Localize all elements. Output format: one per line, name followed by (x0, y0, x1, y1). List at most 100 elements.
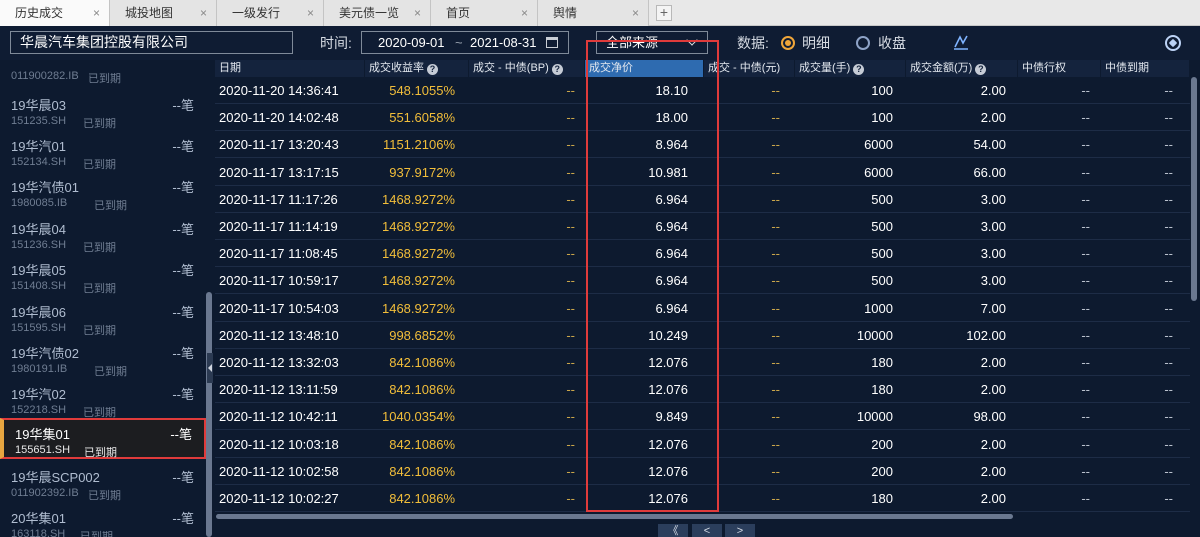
close-icon[interactable]: × (200, 0, 207, 26)
volume: 10000 (856, 409, 893, 425)
settings-icon[interactable] (1165, 35, 1181, 51)
column-header[interactable]: 成交收益率? (365, 60, 469, 77)
tab-usd-bonds[interactable]: 美元债一览 × (324, 0, 431, 26)
sidebar-bond-item[interactable]: 19华汽债01 1980085.IB 已到期 --笔 (0, 173, 206, 214)
close-icon[interactable]: × (632, 0, 639, 26)
help-icon[interactable]: ? (975, 64, 987, 75)
column-header[interactable]: 成交量(手)? (795, 60, 906, 77)
sidebar-bond-item[interactable]: 19华汽02 152218.SH 已到期 --笔 (0, 380, 206, 421)
prev-page-button[interactable]: < (692, 524, 722, 537)
net-price: 6.964 (655, 273, 688, 289)
table-row[interactable]: 2020-11-20 14:36:41 548.1055% -- 18.10 -- 100… (215, 77, 1190, 104)
table-row[interactable]: 2020-11-17 11:08:45 1468.9272% -- 6.964 -- 50… (215, 240, 1190, 268)
date-range-picker[interactable]: 2020-09-01 ~ 2021-08-31 (361, 31, 569, 54)
trade-date: 2020-11-17 13:17:15 (219, 164, 339, 180)
net-price: 18.00 (655, 110, 688, 126)
bond-status: 已到期 (88, 490, 121, 502)
table-row[interactable]: 2020-11-17 10:59:17 1468.9272% -- 6.964 -- 50… (215, 267, 1190, 295)
bond-status: 已到期 (83, 118, 116, 130)
net-price: 12.076 (648, 355, 688, 370)
radio-close[interactable] (856, 36, 870, 50)
table-row[interactable]: 2020-11-20 14:02:48 551.6058% -- 18.00 -- 100… (215, 104, 1190, 132)
table-row[interactable]: 2020-11-12 13:48:10 998.6852% -- 10.249 -- 10… (215, 322, 1190, 349)
table-row[interactable]: 2020-11-12 10:02:58 842.1086% -- 12.076 -- 20… (215, 458, 1190, 485)
source-value: 全部来源 (606, 35, 659, 50)
sidebar-scrollbar-thumb[interactable] (206, 292, 212, 537)
column-header[interactable]: 中债行权 (1018, 60, 1101, 77)
trade-count: --笔 (172, 222, 194, 237)
column-header[interactable]: 成交金额(万)? (906, 60, 1018, 77)
chart-icon[interactable] (952, 33, 970, 51)
table-row[interactable]: 2020-11-17 10:54:03 1468.9272% -- 6.964 -- 10… (215, 295, 1190, 322)
sidebar-bond-item[interactable]: 19华晨05 151408.SH 已到期 --笔 (0, 256, 206, 297)
table-row[interactable]: 2020-11-12 10:42:11 1040.0354% -- 9.849 -- 10… (215, 403, 1190, 431)
radio-close-label[interactable]: 收盘 (878, 26, 906, 60)
tab-history-trades[interactable]: 历史成交 × (0, 0, 110, 26)
spread-yuan: -- (771, 137, 780, 153)
tab-home[interactable]: 首页 × (431, 0, 538, 26)
radio-detail-label[interactable]: 明细 (802, 26, 830, 60)
column-header-label: 成交金额(万) (910, 62, 973, 74)
table-row[interactable]: 2020-11-12 10:02:27 842.1086% -- 12.076 -- 18… (215, 485, 1190, 512)
volume: 180 (871, 355, 893, 370)
trade-yield: 1468.9272% (381, 273, 455, 289)
spread-bp: -- (566, 137, 575, 153)
net-price: 9.849 (655, 409, 688, 425)
cdc-maturity: -- (1164, 300, 1173, 316)
table-row[interactable]: 2020-11-12 13:11:59 842.1086% -- 12.076 -- 18… (215, 376, 1190, 404)
first-page-button[interactable]: 《 (658, 524, 688, 537)
tab-urban-investment-map[interactable]: 城投地图 × (110, 0, 217, 26)
spread-bp: -- (566, 409, 575, 425)
bond-name: 19华集01 (15, 427, 70, 442)
close-icon[interactable]: × (93, 0, 100, 26)
next-page-button[interactable]: > (725, 524, 755, 537)
horizontal-scrollbar[interactable] (216, 514, 1013, 519)
sidebar-bond-item[interactable]: 20华集01 163118.SH 已到期 --笔 (0, 504, 206, 537)
close-icon[interactable]: × (414, 0, 421, 26)
calendar-icon[interactable] (546, 37, 558, 48)
sidebar-bond-item[interactable]: 19华晨06 151595.SH 已到期 --笔 (0, 298, 206, 339)
sidebar-bond-item[interactable]: 011900282.IB 已到期 (0, 60, 206, 87)
trade-date: 2020-11-12 10:03:18 (219, 436, 339, 452)
help-icon[interactable]: ? (427, 64, 438, 75)
table-row[interactable]: 2020-11-12 13:32:03 842.1086% -- 12.076 -- 18… (215, 349, 1190, 376)
sidebar-bond-item[interactable]: 19华晨SCP002 011902392.IB 已到期 --笔 (0, 463, 206, 504)
trade-yield: 551.6058% (389, 110, 455, 126)
column-header[interactable]: 中债到期 (1101, 60, 1190, 77)
help-icon[interactable]: ? (853, 64, 865, 75)
table-row[interactable]: 2020-11-17 13:17:15 937.9172% -- 10.981 -- 60… (215, 159, 1190, 186)
trades-table: 日期 成交收益率? 成交 - 中债(BP)? 成交净价 成交 - 中债(元) 成交量(手)… (215, 60, 1190, 514)
column-header-label: 成交 - 中债(元) (708, 62, 781, 74)
column-header[interactable]: 成交 - 中债(元) (704, 60, 795, 77)
trade-date: 2020-11-20 14:36:41 (219, 83, 339, 98)
table-row[interactable]: 2020-11-17 11:14:19 1468.9272% -- 6.964 -- 50… (215, 213, 1190, 240)
spread-bp: -- (566, 110, 575, 126)
source-select[interactable]: 全部来源 (596, 31, 708, 54)
table-scrollbar-thumb[interactable] (1191, 77, 1197, 301)
bond-status: 已到期 (83, 283, 116, 295)
sidebar-bond-item[interactable]: 19华晨04 151236.SH 已到期 --笔 (0, 215, 206, 256)
table-row[interactable]: 2020-11-12 10:03:18 842.1086% -- 12.076 -- 20… (215, 431, 1190, 458)
bond-name: 19华汽01 (11, 139, 66, 154)
column-header[interactable]: 成交净价 (585, 60, 704, 77)
volume: 500 (871, 191, 893, 207)
close-icon[interactable]: × (307, 0, 314, 26)
help-icon[interactable]: ? (551, 64, 563, 75)
company-input[interactable]: 华晨汽车集团控股有限公司 (10, 31, 293, 54)
table-row[interactable]: 2020-11-17 13:20:43 1151.2106% -- 8.964 -- 60… (215, 131, 1190, 159)
close-icon[interactable]: × (521, 0, 528, 26)
sidebar-bond-item[interactable]: 19华晨03 151235.SH 已到期 --笔 (0, 91, 206, 132)
sidebar-bond-item[interactable]: 19华汽债02 1980191.IB 已到期 --笔 (0, 339, 206, 380)
add-tab-button[interactable]: + (656, 5, 672, 21)
radio-detail[interactable] (781, 36, 795, 50)
net-price: 8.964 (655, 137, 688, 153)
column-header[interactable]: 成交 - 中债(BP)? (469, 60, 585, 77)
cdc-maturity: -- (1164, 219, 1173, 234)
column-header[interactable]: 日期 (215, 60, 365, 77)
sidebar-bond-item[interactable]: 19华汽01 152134.SH 已到期 --笔 (0, 132, 206, 173)
tab-primary-issuance[interactable]: 一级发行 × (217, 0, 324, 26)
sidebar-bond-item[interactable]: 19华集01 155651.SH 已到期 --笔 (0, 418, 206, 459)
table-row[interactable]: 2020-11-17 11:17:26 1468.9272% -- 6.964 -- 50… (215, 186, 1190, 213)
collapse-sidebar-button[interactable] (207, 353, 213, 383)
tab-public-opinion[interactable]: 舆情 × (538, 0, 649, 26)
